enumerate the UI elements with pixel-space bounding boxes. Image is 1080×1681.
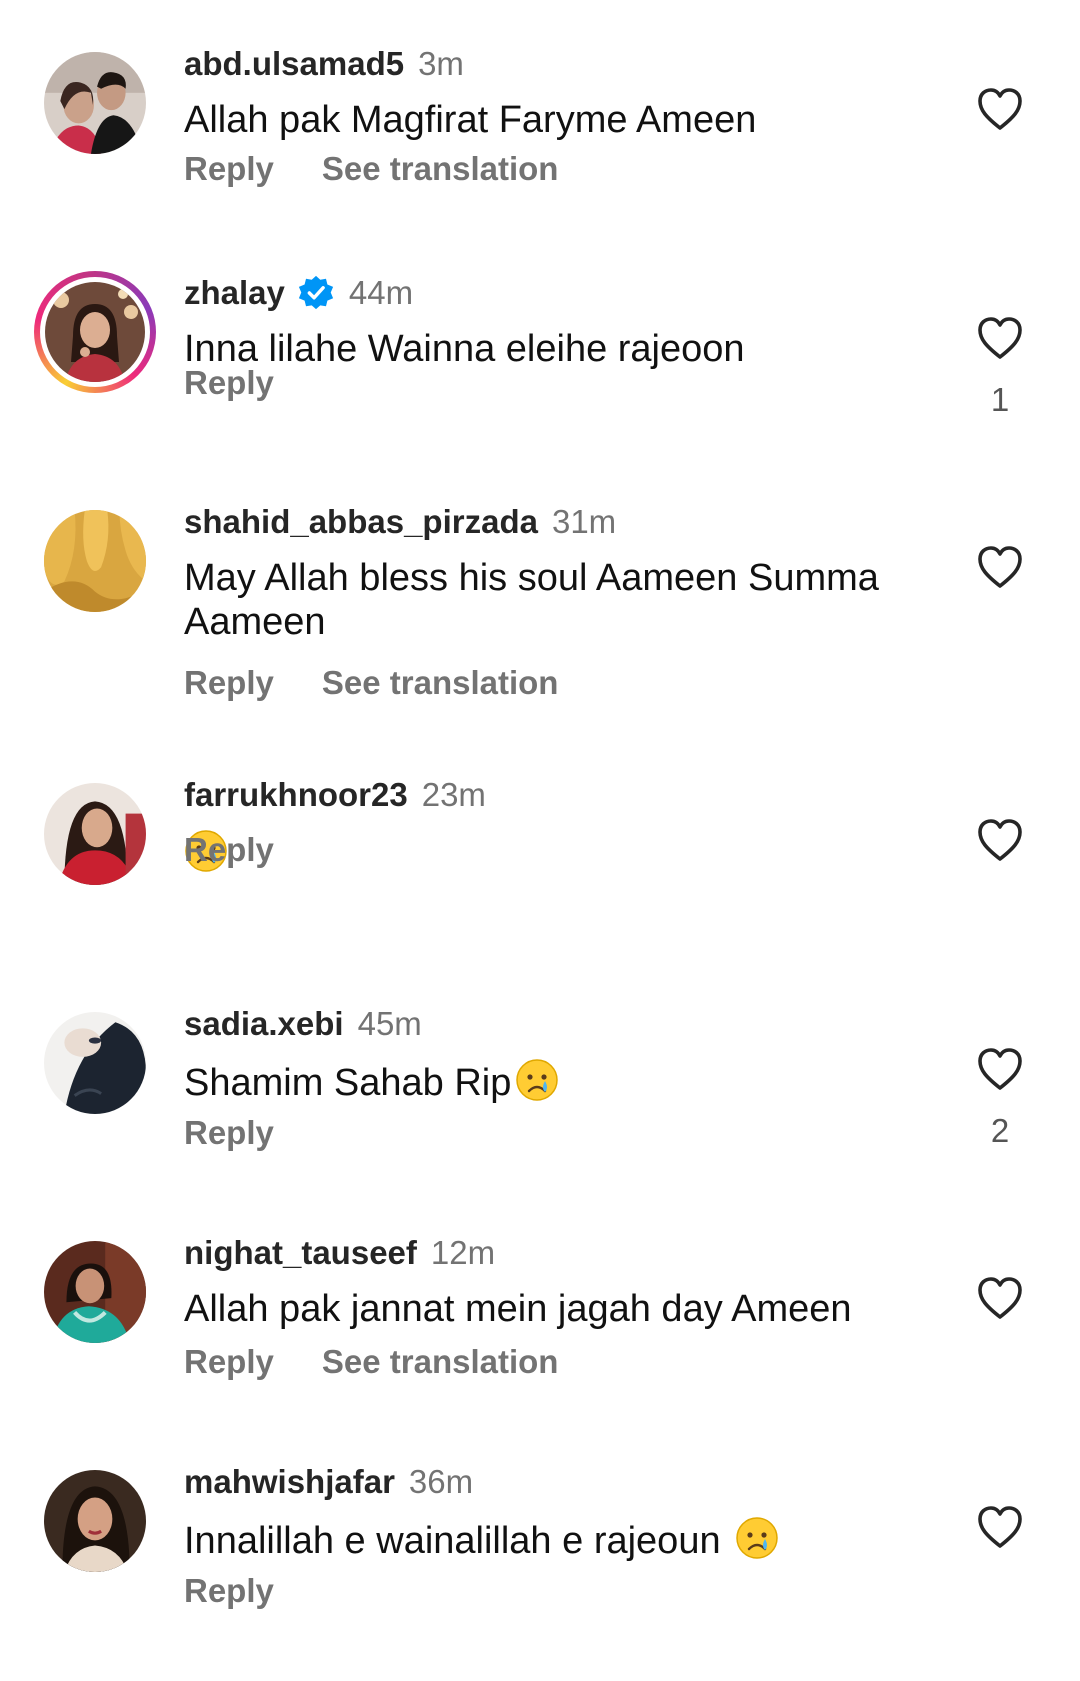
see-translation-button[interactable]: See translation	[322, 150, 559, 188]
comment-text-content: Innalillah e wainalillah e rajeoun	[184, 1520, 732, 1562]
comment-text: May Allah bless his soul Aameen Summa Aa…	[184, 556, 934, 644]
reply-button[interactable]: Reply	[184, 1572, 274, 1610]
comment-item: sadia.xebi 45m Shamim Sahab Rip Reply 2	[0, 960, 1080, 1180]
avatar[interactable]	[44, 510, 146, 612]
heart-icon	[978, 1048, 1022, 1090]
comment-time: 44m	[348, 274, 414, 311]
comment-item: mahwishjafar 36m Innalillah e wainalilla…	[0, 1418, 1080, 1638]
comment-item: farrukhnoor23 23m Reply	[0, 731, 1080, 951]
see-translation-button[interactable]: See translation	[322, 1343, 559, 1381]
like-count: 1	[990, 381, 1010, 418]
comment-time: 45m	[357, 1005, 422, 1042]
comment-text-content: Shamim Sahab Rip	[184, 1062, 512, 1104]
avatar[interactable]	[44, 52, 146, 154]
avatar[interactable]	[44, 1012, 146, 1114]
comment-time: 3m	[418, 45, 464, 82]
comment-text: Innalillah e wainalillah e rajeoun	[184, 1516, 934, 1563]
avatar[interactable]	[44, 1241, 146, 1343]
heart-icon	[978, 1277, 1022, 1319]
reply-button[interactable]: Reply	[184, 664, 274, 702]
username[interactable]: farrukhnoor23	[184, 776, 408, 814]
username[interactable]: nighat_tauseef	[184, 1234, 417, 1272]
like-button[interactable]	[976, 1504, 1024, 1550]
username[interactable]: sadia.xebi	[184, 1005, 344, 1043]
verified-badge-icon	[297, 274, 335, 312]
like-count: 2	[990, 1112, 1010, 1149]
avatar[interactable]	[44, 783, 146, 885]
avatar[interactable]	[34, 271, 156, 393]
reply-button[interactable]: Reply	[184, 364, 274, 402]
comment-text: Shamim Sahab Rip	[184, 1058, 934, 1105]
comment-time: 12m	[430, 1234, 496, 1271]
like-button[interactable]	[976, 1275, 1024, 1321]
reply-button[interactable]: Reply	[184, 1343, 274, 1381]
reply-button[interactable]: Reply	[184, 1114, 274, 1152]
heart-icon	[978, 1506, 1022, 1548]
comment-time: 23m	[421, 776, 486, 813]
heart-icon	[978, 88, 1022, 130]
see-translation-button[interactable]: See translation	[322, 664, 559, 702]
reply-button[interactable]: Reply	[184, 831, 274, 869]
comment-text-content: Allah pak Magfirat Faryme Ameen	[184, 99, 757, 141]
crying-face-icon	[735, 1516, 779, 1560]
comments-list: abd.ulsamad5 3m Allah pak Magfirat Farym…	[0, 0, 1080, 1681]
reply-button[interactable]: Reply	[184, 150, 274, 188]
like-button[interactable]	[976, 544, 1024, 590]
comment-text: Allah pak Magfirat Faryme Ameen	[184, 98, 934, 142]
like-button[interactable]	[976, 315, 1024, 361]
comment-item: zhalay 44m Inna lilahe Wainna eleihe raj…	[0, 229, 1080, 449]
comment-item: abd.ulsamad5 3m Allah pak Magfirat Farym…	[0, 0, 1080, 220]
username[interactable]: abd.ulsamad5	[184, 45, 404, 83]
comment-text: Allah pak jannat mein jagah day Ameen	[184, 1287, 934, 1331]
username[interactable]: mahwishjafar	[184, 1463, 395, 1501]
like-button[interactable]	[976, 817, 1024, 863]
heart-icon	[978, 317, 1022, 359]
comment-item: shahid_abbas_pirzada 31m May Allah bless…	[0, 458, 1080, 701]
comment-time: 36m	[408, 1463, 474, 1500]
username[interactable]: zhalay	[184, 274, 285, 312]
comment-time: 31m	[551, 503, 617, 540]
like-button[interactable]	[976, 86, 1024, 132]
heart-icon	[978, 546, 1022, 588]
heart-icon	[978, 819, 1022, 861]
username[interactable]: shahid_abbas_pirzada	[184, 503, 538, 541]
avatar[interactable]	[44, 1470, 146, 1572]
crying-face-icon	[515, 1058, 559, 1102]
comment-item: nighat_tauseef 12m Allah pak jannat mein…	[0, 1189, 1080, 1409]
like-button[interactable]	[976, 1046, 1024, 1092]
comment-text-content: May Allah bless his soul Aameen Summa Aa…	[184, 557, 879, 643]
comment-text-content: Allah pak jannat mein jagah day Ameen	[184, 1288, 852, 1330]
